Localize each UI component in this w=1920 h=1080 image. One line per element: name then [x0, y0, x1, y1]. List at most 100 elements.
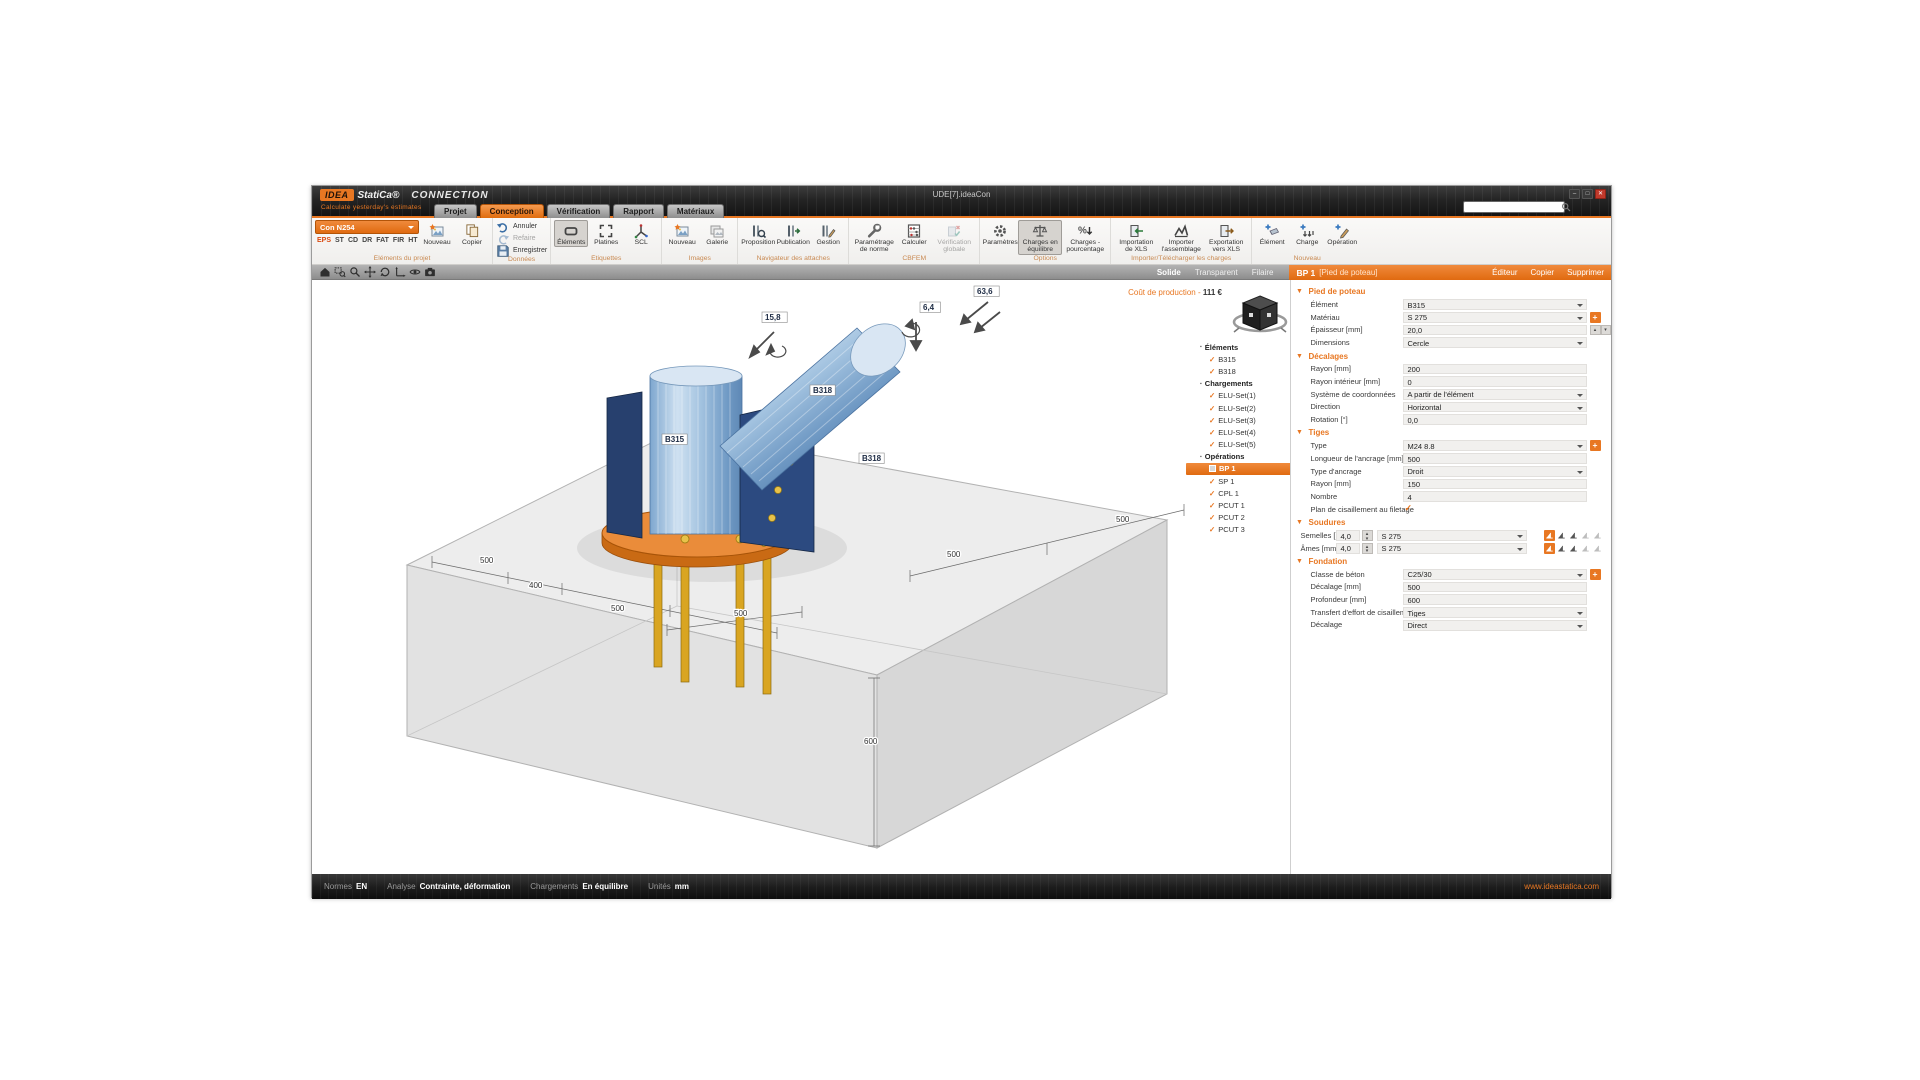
- tree-item-bp-1[interactable]: BP 1: [1186, 463, 1290, 475]
- prop-input[interactable]: 500: [1403, 582, 1587, 593]
- project-item-combo[interactable]: Con N254: [315, 220, 419, 234]
- action-editeur[interactable]: Éditeur: [1492, 268, 1517, 277]
- ribbon-button-charges-en-equilibre[interactable]: Charges en équilibre: [1018, 220, 1062, 255]
- ribbon-button-calculer[interactable]: Calculer: [897, 220, 931, 247]
- tab-materiaux[interactable]: Matériaux: [667, 204, 724, 218]
- section-header-fondation[interactable]: ▼Fondation: [1291, 555, 1612, 569]
- search-box[interactable]: [1463, 201, 1565, 213]
- ribbon-button-proposition[interactable]: Proposition: [741, 220, 775, 247]
- 3d-viewport[interactable]: B315B318B31815,86,463,650040050050050050…: [312, 280, 1290, 874]
- tree-item-elu-set-5[interactable]: ✓ELU-Set(5): [1186, 439, 1290, 451]
- close-button[interactable]: ✕: [1595, 189, 1606, 199]
- stepper-up-button[interactable]: ▴: [1590, 325, 1601, 336]
- section-header-soudures[interactable]: ▼Soudures: [1291, 516, 1612, 530]
- weld-type-icon[interactable]: [1556, 530, 1567, 541]
- tree-item-elu-set-1[interactable]: ✓ELU-Set(1): [1186, 390, 1290, 402]
- ribbon-button-nouveau[interactable]: Nouveau: [420, 220, 454, 247]
- tree-item-b318[interactable]: ✓B318: [1186, 365, 1290, 377]
- weld-type-icon[interactable]: [1568, 543, 1579, 554]
- tree-item-cpl-1[interactable]: ✓CPL 1: [1186, 487, 1290, 499]
- view-mode-filaire[interactable]: Filaire: [1252, 268, 1274, 277]
- prop-dropdown[interactable]: Cercle: [1403, 337, 1587, 348]
- tree-item-pcut-3[interactable]: ✓PCUT 3: [1186, 524, 1290, 536]
- tree-item-chargements[interactable]: ▪Chargements: [1186, 378, 1290, 390]
- ribbon-button-gestion[interactable]: Gestion: [811, 220, 845, 247]
- zoom-window-tool[interactable]: [333, 266, 346, 279]
- maximize-button[interactable]: □: [1582, 189, 1593, 199]
- tree-expander-icon[interactable]: ▪: [1200, 454, 1202, 460]
- camera-tool[interactable]: [423, 266, 436, 279]
- prop-input[interactable]: 0: [1403, 376, 1587, 387]
- tree-item-pcut-2[interactable]: ✓PCUT 2: [1186, 512, 1290, 524]
- axes-tool[interactable]: [393, 266, 406, 279]
- ribbon-button-enregistrer[interactable]: Enregistrer: [496, 245, 547, 256]
- tree-item-pcut-1[interactable]: ✓PCUT 1: [1186, 499, 1290, 511]
- tab-conception[interactable]: Conception: [480, 204, 544, 218]
- weld-size-stepper[interactable]: ▴▾: [1362, 543, 1373, 554]
- prop-dropdown[interactable]: Direct: [1403, 620, 1587, 631]
- section-header-decalages[interactable]: ▼Décalages: [1291, 349, 1612, 363]
- ribbon-button-scl[interactable]: SCL: [624, 220, 658, 247]
- weld-type-icon[interactable]: [1592, 543, 1603, 554]
- prop-dropdown[interactable]: A partir de l'élément: [1403, 389, 1587, 400]
- home-tool[interactable]: [318, 266, 331, 279]
- weld-type-icon[interactable]: [1544, 530, 1555, 541]
- tree-expander-icon[interactable]: ▪: [1200, 381, 1202, 387]
- weld-type-icon[interactable]: [1580, 530, 1591, 541]
- tree-expander-icon[interactable]: ▪: [1200, 344, 1202, 350]
- ribbon-button-annuler[interactable]: Annuler: [496, 221, 547, 232]
- ribbon-button-publication[interactable]: Publication: [776, 220, 810, 247]
- prop-input[interactable]: 500: [1403, 453, 1587, 464]
- ribbon-button-charges-pourcentage[interactable]: %Charges - pourcentage: [1063, 220, 1107, 255]
- ribbon-button-charge[interactable]: Charge: [1290, 220, 1324, 247]
- ribbon-button-importer-l-assemblage[interactable]: Importer l'assemblage: [1159, 220, 1203, 255]
- tree-item-elu-set-2[interactable]: ✓ELU-Set(2): [1186, 402, 1290, 414]
- weld-material-dropdown[interactable]: S 275: [1377, 530, 1527, 541]
- weld-size-field[interactable]: 4,0: [1336, 530, 1360, 541]
- action-supprimer[interactable]: Supprimer: [1567, 268, 1604, 277]
- tree-item-elements[interactable]: ▪Éléments: [1186, 341, 1290, 353]
- prop-dropdown[interactable]: Droit: [1403, 466, 1587, 477]
- prop-input[interactable]: 150: [1403, 479, 1587, 490]
- tree-item-elu-set-3[interactable]: ✓ELU-Set(3): [1186, 414, 1290, 426]
- ribbon-button-importation-de-xls[interactable]: Importation de XLS: [1114, 220, 1158, 255]
- pan-tool[interactable]: [363, 266, 376, 279]
- ribbon-button-operation[interactable]: Opération: [1325, 220, 1359, 247]
- ribbon-button-element[interactable]: Élément: [1255, 220, 1289, 247]
- weld-type-icon[interactable]: [1544, 543, 1555, 554]
- minimize-button[interactable]: –: [1569, 189, 1580, 199]
- checkbox-checked-icon[interactable]: ✓: [1405, 503, 1413, 514]
- weld-size-stepper[interactable]: ▴▾: [1362, 530, 1373, 541]
- action-copier[interactable]: Copier: [1531, 268, 1555, 277]
- website-link[interactable]: www.ideastatica.com: [1524, 882, 1599, 891]
- tree-item-sp-1[interactable]: ✓SP 1: [1186, 475, 1290, 487]
- view-mode-transparent[interactable]: Transparent: [1195, 268, 1238, 277]
- prop-input[interactable]: 20,0: [1403, 325, 1587, 336]
- weld-size-field[interactable]: 4,0: [1336, 543, 1360, 554]
- tree-item-b315[interactable]: ✓B315: [1186, 353, 1290, 365]
- section-header-tiges[interactable]: ▼Tiges: [1291, 426, 1612, 440]
- ribbon-button-copier[interactable]: Copier: [455, 220, 489, 247]
- prop-dropdown[interactable]: Tiges: [1403, 607, 1587, 618]
- tree-item-elu-set-4[interactable]: ✓ELU-Set(4): [1186, 426, 1290, 438]
- prop-input[interactable]: 0,0: [1403, 414, 1587, 425]
- add-button[interactable]: +: [1590, 440, 1601, 451]
- ribbon-button-elements[interactable]: Éléments: [554, 220, 588, 247]
- tab-projet[interactable]: Projet: [434, 204, 477, 218]
- stepper-down-button[interactable]: ▾: [1601, 325, 1611, 336]
- weld-type-icon[interactable]: [1556, 543, 1567, 554]
- view-cube[interactable]: [1231, 292, 1289, 343]
- ribbon-button-parametrage-de-norme[interactable]: Paramétrage de norme: [852, 220, 896, 255]
- tab-verification[interactable]: Vérification: [547, 204, 611, 218]
- ribbon-button-parametres[interactable]: Paramètres: [983, 220, 1017, 247]
- weld-material-dropdown[interactable]: S 275: [1377, 543, 1527, 554]
- weld-type-icon[interactable]: [1580, 543, 1591, 554]
- add-button[interactable]: +: [1590, 312, 1601, 323]
- prop-dropdown[interactable]: S 275: [1403, 312, 1587, 323]
- view-mode-solide[interactable]: Solide: [1157, 268, 1181, 277]
- view-tool[interactable]: [408, 266, 421, 279]
- prop-dropdown[interactable]: C25/30: [1403, 569, 1587, 580]
- ribbon-button-nouveau[interactable]: Nouveau: [665, 220, 699, 247]
- prop-dropdown[interactable]: B315: [1403, 299, 1587, 310]
- prop-input[interactable]: 4: [1403, 491, 1587, 502]
